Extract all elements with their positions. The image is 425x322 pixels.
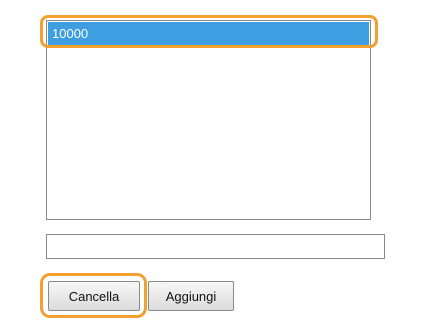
add-button[interactable]: Aggiungi — [148, 281, 234, 311]
cancel-button[interactable]: Cancella — [48, 281, 140, 311]
entry-input[interactable] — [46, 234, 385, 259]
list-item-selected[interactable]: 10000 — [48, 22, 369, 45]
address-listbox[interactable]: 10000 — [46, 20, 371, 220]
address-list-editor: 10000 Cancella Aggiungi — [0, 0, 425, 322]
